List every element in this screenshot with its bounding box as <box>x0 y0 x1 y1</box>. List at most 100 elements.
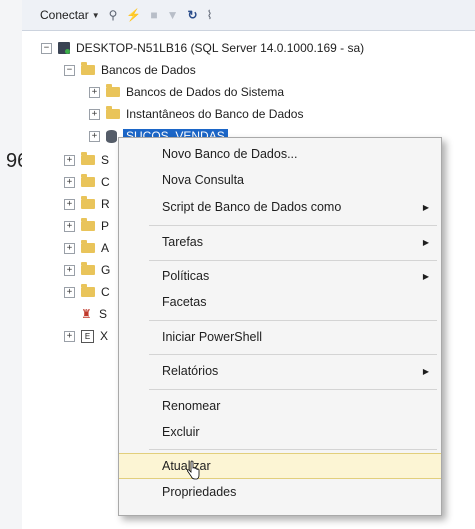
expand-icon[interactable]: + <box>64 154 75 166</box>
tree-node-agent[interactable]: ♜ S <box>64 304 107 324</box>
menu-item-label: Relatórios <box>162 364 219 378</box>
menu-separator <box>149 260 437 261</box>
menu-separator <box>149 389 437 390</box>
expand-icon[interactable]: + <box>64 286 75 298</box>
tree-node-label: C <box>101 175 110 189</box>
tree-node-folder[interactable]: + C <box>64 172 110 192</box>
tree-node-label: S <box>99 307 108 321</box>
expand-icon[interactable]: + <box>89 108 100 120</box>
menu-item-new-database[interactable]: Novo Banco de Dados... <box>119 141 441 167</box>
menu-item-label: Script de Banco de Dados como <box>162 200 342 214</box>
menu-item-new-query[interactable]: Nova Consulta <box>119 167 441 193</box>
tree-node-snapshots[interactable]: + Instantâneos do Banco de Dados <box>89 104 303 124</box>
tree-node-label: C <box>101 285 110 299</box>
menu-item-facets[interactable]: Facetas <box>119 289 441 315</box>
tree-node-security-folder[interactable]: + S <box>64 150 109 170</box>
menu-item-reports[interactable]: Relatórios ▶ <box>119 358 441 384</box>
no-expand-spacer <box>64 309 75 320</box>
left-panel-edge: 96 <box>0 0 28 529</box>
folder-icon <box>81 152 95 165</box>
menu-separator <box>149 449 437 450</box>
folder-icon <box>81 218 95 231</box>
menu-item-rename[interactable]: Renomear <box>119 393 441 419</box>
menu-item-script-database[interactable]: Script de Banco de Dados como ▶ <box>119 194 441 220</box>
submenu-arrow-icon: ▶ <box>422 271 429 281</box>
object-explorer-toolbar: Conectar ▼ ⚲ ⚡ ■ ▼ ↻ ⌇ <box>22 0 475 31</box>
databases-label: Bancos de Dados <box>101 63 196 77</box>
folder-icon <box>81 62 95 75</box>
server-icon <box>58 42 70 54</box>
tree-node-label: P <box>101 219 110 233</box>
connect-plug-icon[interactable]: ⚲ <box>109 8 118 22</box>
folder-icon <box>81 196 95 209</box>
stop-icon[interactable]: ■ <box>150 8 157 22</box>
folder-icon <box>81 262 95 275</box>
menu-item-label: Nova Consulta <box>162 173 244 187</box>
tree-node-databases[interactable]: − Bancos de Dados <box>64 60 196 80</box>
folder-icon <box>106 84 120 97</box>
disconnect-icon[interactable]: ⚡ <box>126 8 141 22</box>
connect-button[interactable]: Conectar ▼ <box>40 8 100 22</box>
menu-item-label: Tarefas <box>162 235 203 249</box>
connect-label: Conectar <box>40 8 89 22</box>
menu-item-label: Renomear <box>162 399 221 413</box>
menu-item-policies[interactable]: Políticas ▶ <box>119 263 441 289</box>
tree-node-xevent[interactable]: + E X <box>64 326 108 346</box>
tree-node-label: X <box>100 329 109 343</box>
snapshots-label: Instantâneos do Banco de Dados <box>126 107 304 121</box>
menu-item-delete[interactable]: Excluir <box>119 419 441 445</box>
menu-item-tasks[interactable]: Tarefas ▶ <box>119 229 441 255</box>
collapse-icon[interactable]: − <box>64 64 75 76</box>
tree-node-folder[interactable]: + A <box>64 238 109 258</box>
expand-icon[interactable]: + <box>89 86 100 98</box>
context-menu: Novo Banco de Dados... Nova Consulta Scr… <box>118 137 442 516</box>
hand-cursor-icon <box>187 461 200 480</box>
connect-caret-icon[interactable]: ▼ <box>92 11 100 20</box>
database-icon <box>106 129 117 143</box>
refresh-icon[interactable]: ↻ <box>188 8 198 22</box>
expand-icon[interactable]: + <box>64 330 75 342</box>
menu-separator <box>149 320 437 321</box>
menu-item-start-powershell[interactable]: Iniciar PowerShell <box>119 324 441 350</box>
menu-item-label: Facetas <box>162 295 207 309</box>
expand-icon[interactable]: + <box>64 242 75 254</box>
expand-icon[interactable]: + <box>64 220 75 232</box>
menu-item-label: Novo Banco de Dados... <box>162 147 298 161</box>
system-databases-label: Bancos de Dados do Sistema <box>126 85 285 99</box>
menu-item-label: Políticas <box>162 269 210 283</box>
menu-item-refresh[interactable]: Atualizar <box>119 453 441 479</box>
menu-item-label: Excluir <box>162 425 200 439</box>
expand-icon[interactable]: + <box>64 264 75 276</box>
folder-icon <box>81 284 95 297</box>
tree-node-folder[interactable]: + P <box>64 216 109 236</box>
menu-item-label: Propriedades <box>162 485 237 499</box>
collapse-icon[interactable]: − <box>41 42 52 54</box>
menu-separator <box>149 354 437 355</box>
folder-icon <box>81 174 95 187</box>
expand-icon[interactable]: + <box>64 198 75 210</box>
tree-node-folder[interactable]: + C <box>64 282 110 302</box>
submenu-arrow-icon: ▶ <box>422 202 429 212</box>
folder-icon <box>81 240 95 253</box>
expand-icon[interactable]: + <box>64 176 75 188</box>
tree-node-label: A <box>101 241 110 255</box>
sql-agent-icon: ♜ <box>81 307 92 321</box>
activity-monitor-icon[interactable]: ⌇ <box>207 8 213 22</box>
xevent-profiler-icon: E <box>81 329 94 343</box>
menu-item-label: Iniciar PowerShell <box>162 330 263 344</box>
tree-node-folder[interactable]: + G <box>64 260 110 280</box>
submenu-arrow-icon: ▶ <box>422 237 429 247</box>
expand-icon[interactable]: + <box>89 130 100 142</box>
tree-node-server[interactable]: − DESKTOP-N51LB16 (SQL Server 14.0.1000.… <box>41 38 364 58</box>
folder-icon <box>106 106 120 119</box>
menu-item-properties[interactable]: Propriedades <box>119 479 441 505</box>
submenu-arrow-icon: ▶ <box>422 366 429 376</box>
filter-icon[interactable]: ▼ <box>167 8 179 22</box>
tree-node-folder[interactable]: + R <box>64 194 110 214</box>
server-label: DESKTOP-N51LB16 (SQL Server 14.0.1000.16… <box>76 41 365 55</box>
tree-node-label: R <box>101 197 110 211</box>
menu-separator <box>149 225 437 226</box>
tree-node-label: G <box>101 263 111 277</box>
tree-node-system-databases[interactable]: + Bancos de Dados do Sistema <box>89 82 284 102</box>
tree-node-label: S <box>101 153 110 167</box>
